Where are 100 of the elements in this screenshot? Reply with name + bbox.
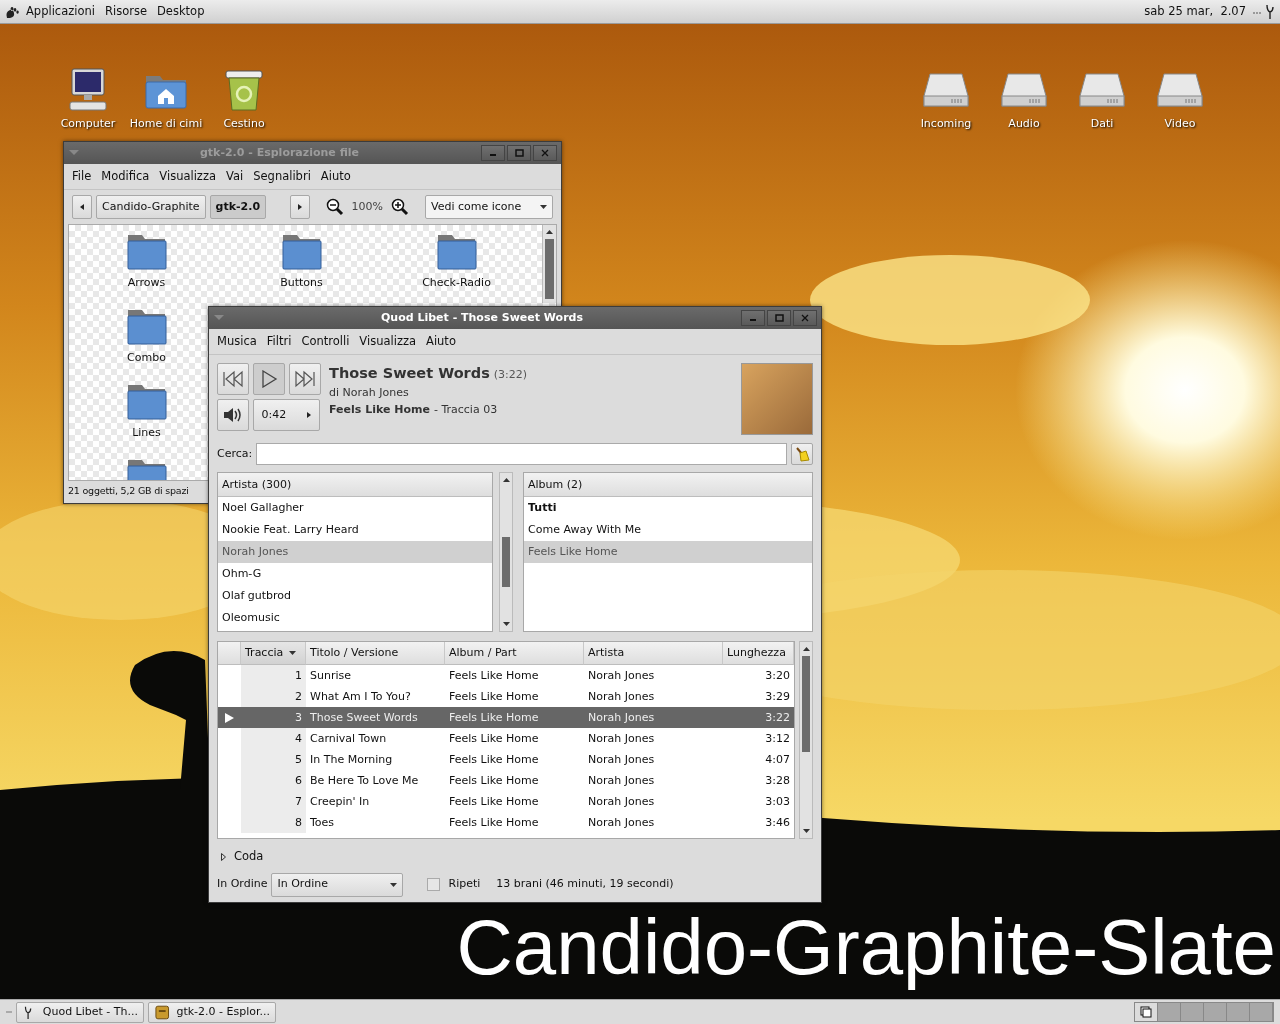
menu-item[interactable]: Segnalibri <box>249 167 315 187</box>
zoom-out-icon[interactable] <box>325 198 344 217</box>
broom-icon <box>794 446 810 463</box>
close-button[interactable] <box>533 145 557 161</box>
minimize-button[interactable] <box>481 145 505 161</box>
folder-label[interactable]: Lines <box>132 425 161 442</box>
artist-item[interactable]: Oleomusic <box>218 607 492 630</box>
clear-search-button[interactable] <box>791 443 813 466</box>
close-button[interactable] <box>793 310 817 326</box>
column-header[interactable]: Lunghezza <box>723 642 794 666</box>
track-row[interactable]: 5 In The Morning Feels Like Home Norah Jones 4:07 <box>218 749 794 771</box>
folder-label[interactable]: Check-Radio <box>422 275 491 292</box>
desktop-icon-label[interactable]: Audio <box>1008 116 1040 133</box>
album-item[interactable]: Tutti <box>524 497 812 520</box>
table-cell-text: Norah Jones <box>587 667 656 684</box>
up-arrow-icon[interactable] <box>802 647 810 652</box>
menu-item[interactable]: Controlli <box>297 332 354 352</box>
desktop-icon-label[interactable]: Home di cimi <box>129 116 203 133</box>
track-row[interactable]: 8 Toes Feels Like Home Norah Jones 3:46 <box>218 812 794 834</box>
scrollbar-thumb[interactable] <box>545 239 554 300</box>
menu-item[interactable]: Aiuto <box>316 167 355 187</box>
panel-menu[interactable]: Risorse <box>101 2 151 21</box>
artist-item[interactable]: Olaf gutbrod <box>218 585 492 608</box>
queue-expander[interactable]: Coda <box>217 847 268 867</box>
volume-button[interactable] <box>217 399 249 432</box>
column-header[interactable]: Titolo / Versione <box>306 642 445 666</box>
column-header[interactable]: Artista <box>584 642 723 666</box>
previous-button[interactable] <box>217 363 249 396</box>
menu-item[interactable]: Vai <box>222 167 248 187</box>
scrollbar-thumb[interactable] <box>502 537 510 588</box>
track-row[interactable]: 7 Creepin' In Feels Like Home Norah Jones 3:03 <box>218 791 794 813</box>
track-row[interactable]: 1 Sunrise Feels Like Home Norah Jones 3:20 <box>218 665 794 687</box>
left-arrow-icon <box>80 204 84 211</box>
path-button[interactable]: gtk-2.0 <box>209 195 267 220</box>
workspace-switcher[interactable] <box>1134 1002 1274 1022</box>
table-cell-text: 3:03 <box>764 793 791 810</box>
panel-menu[interactable]: Applicazioni <box>22 2 99 21</box>
track-row[interactable]: 3 Those Sweet Words Feels Like Home Norah Jones 3:22 <box>218 707 794 729</box>
scrollbar[interactable] <box>499 472 513 633</box>
handle-icon[interactable] <box>6 1010 12 1014</box>
menu-item[interactable]: Visualizza <box>155 167 220 187</box>
desktop-icon-label[interactable]: Incoming <box>920 116 972 133</box>
track-row[interactable]: 4 Carnival Town Feels Like Home Norah Jones 3:12 <box>218 728 794 750</box>
back-button[interactable] <box>72 195 92 220</box>
column-header[interactable]: Artista (300) <box>218 473 492 498</box>
minimize-button[interactable] <box>741 310 765 326</box>
column-header[interactable]: Album (2) <box>524 473 812 498</box>
repeat-label[interactable]: Ripeti <box>448 876 481 893</box>
folder-label[interactable]: Arrows <box>127 275 166 292</box>
repeat-checkbox[interactable] <box>427 878 441 891</box>
track-row[interactable]: 2 What Am I To You? Feels Like Home Norah Jones 3:29 <box>218 686 794 708</box>
column-header[interactable]: Traccia <box>241 642 306 666</box>
down-arrow-icon[interactable] <box>502 622 510 627</box>
artist-item[interactable]: Norah Jones <box>218 541 492 564</box>
panel-clock[interactable]: sab 25 mar, 2.07 <box>1140 2 1250 21</box>
search-field[interactable] <box>256 443 787 466</box>
up-arrow-icon[interactable] <box>546 230 553 235</box>
tuning-fork-icon[interactable] <box>1264 2 1276 21</box>
forward-button[interactable] <box>289 195 310 220</box>
menu-item[interactable]: Filtri <box>262 332 296 352</box>
artist-item[interactable]: Nookie Feat. Larry Heard <box>218 519 492 542</box>
menu-item[interactable]: Aiuto <box>422 332 460 352</box>
track-row[interactable]: 6 Be Here To Love Me Feels Like Home Norah Jones 3:28 <box>218 770 794 792</box>
desktop-icon-label[interactable]: Video <box>1164 116 1196 133</box>
maximize-button[interactable] <box>507 145 531 161</box>
scrollbar[interactable] <box>542 225 556 304</box>
path-button[interactable]: Candido-Graphite <box>96 195 206 220</box>
view-dropdown[interactable]: Vedi come icone <box>425 195 553 220</box>
up-arrow-icon[interactable] <box>502 478 510 483</box>
desktop-icon-label[interactable]: Cestino <box>223 116 265 133</box>
menu-item[interactable]: Visualizza <box>355 332 420 352</box>
panel-menu[interactable]: Desktop <box>153 2 209 21</box>
taskbar-button[interactable]: Quod Libet - Th... <box>16 1001 144 1023</box>
previous-icon <box>222 370 244 389</box>
table-cell: 6 <box>241 770 306 792</box>
album-item[interactable]: Feels Like Home <box>524 541 812 564</box>
menu-item[interactable]: Musica <box>213 332 261 352</box>
order-dropdown[interactable]: In Ordine <box>271 872 404 897</box>
next-button[interactable] <box>289 363 321 396</box>
table-cell-text: Norah Jones <box>587 793 656 810</box>
desktop-icon-label[interactable]: Dati <box>1090 116 1114 133</box>
scrollbar-thumb[interactable] <box>802 656 810 753</box>
taskbar-button[interactable]: gtk-2.0 - Esplor... <box>148 1001 276 1023</box>
maximize-button[interactable] <box>767 310 791 326</box>
folder-label[interactable]: Buttons <box>280 275 323 292</box>
desktop-icon-label[interactable]: Computer <box>60 116 116 133</box>
album-item[interactable]: Come Away With Me <box>524 519 812 542</box>
artist-item[interactable]: Ohm-G <box>218 563 492 586</box>
scrollbar[interactable] <box>799 641 813 840</box>
down-arrow-icon[interactable] <box>802 829 810 834</box>
folder-label[interactable]: Combo <box>127 350 166 367</box>
table-cell-text: 3:12 <box>764 730 791 747</box>
table-cell-text: Feels Like Home <box>448 688 540 705</box>
play-button[interactable] <box>253 363 285 396</box>
menu-item[interactable]: File <box>68 167 96 187</box>
seek-time-button[interactable]: 0:42 <box>253 399 320 432</box>
zoom-in-icon[interactable] <box>391 198 409 217</box>
menu-item[interactable]: Modifica <box>97 167 154 187</box>
artist-item[interactable]: Noel Gallagher <box>218 497 492 520</box>
column-header[interactable]: Album / Part <box>445 642 584 666</box>
